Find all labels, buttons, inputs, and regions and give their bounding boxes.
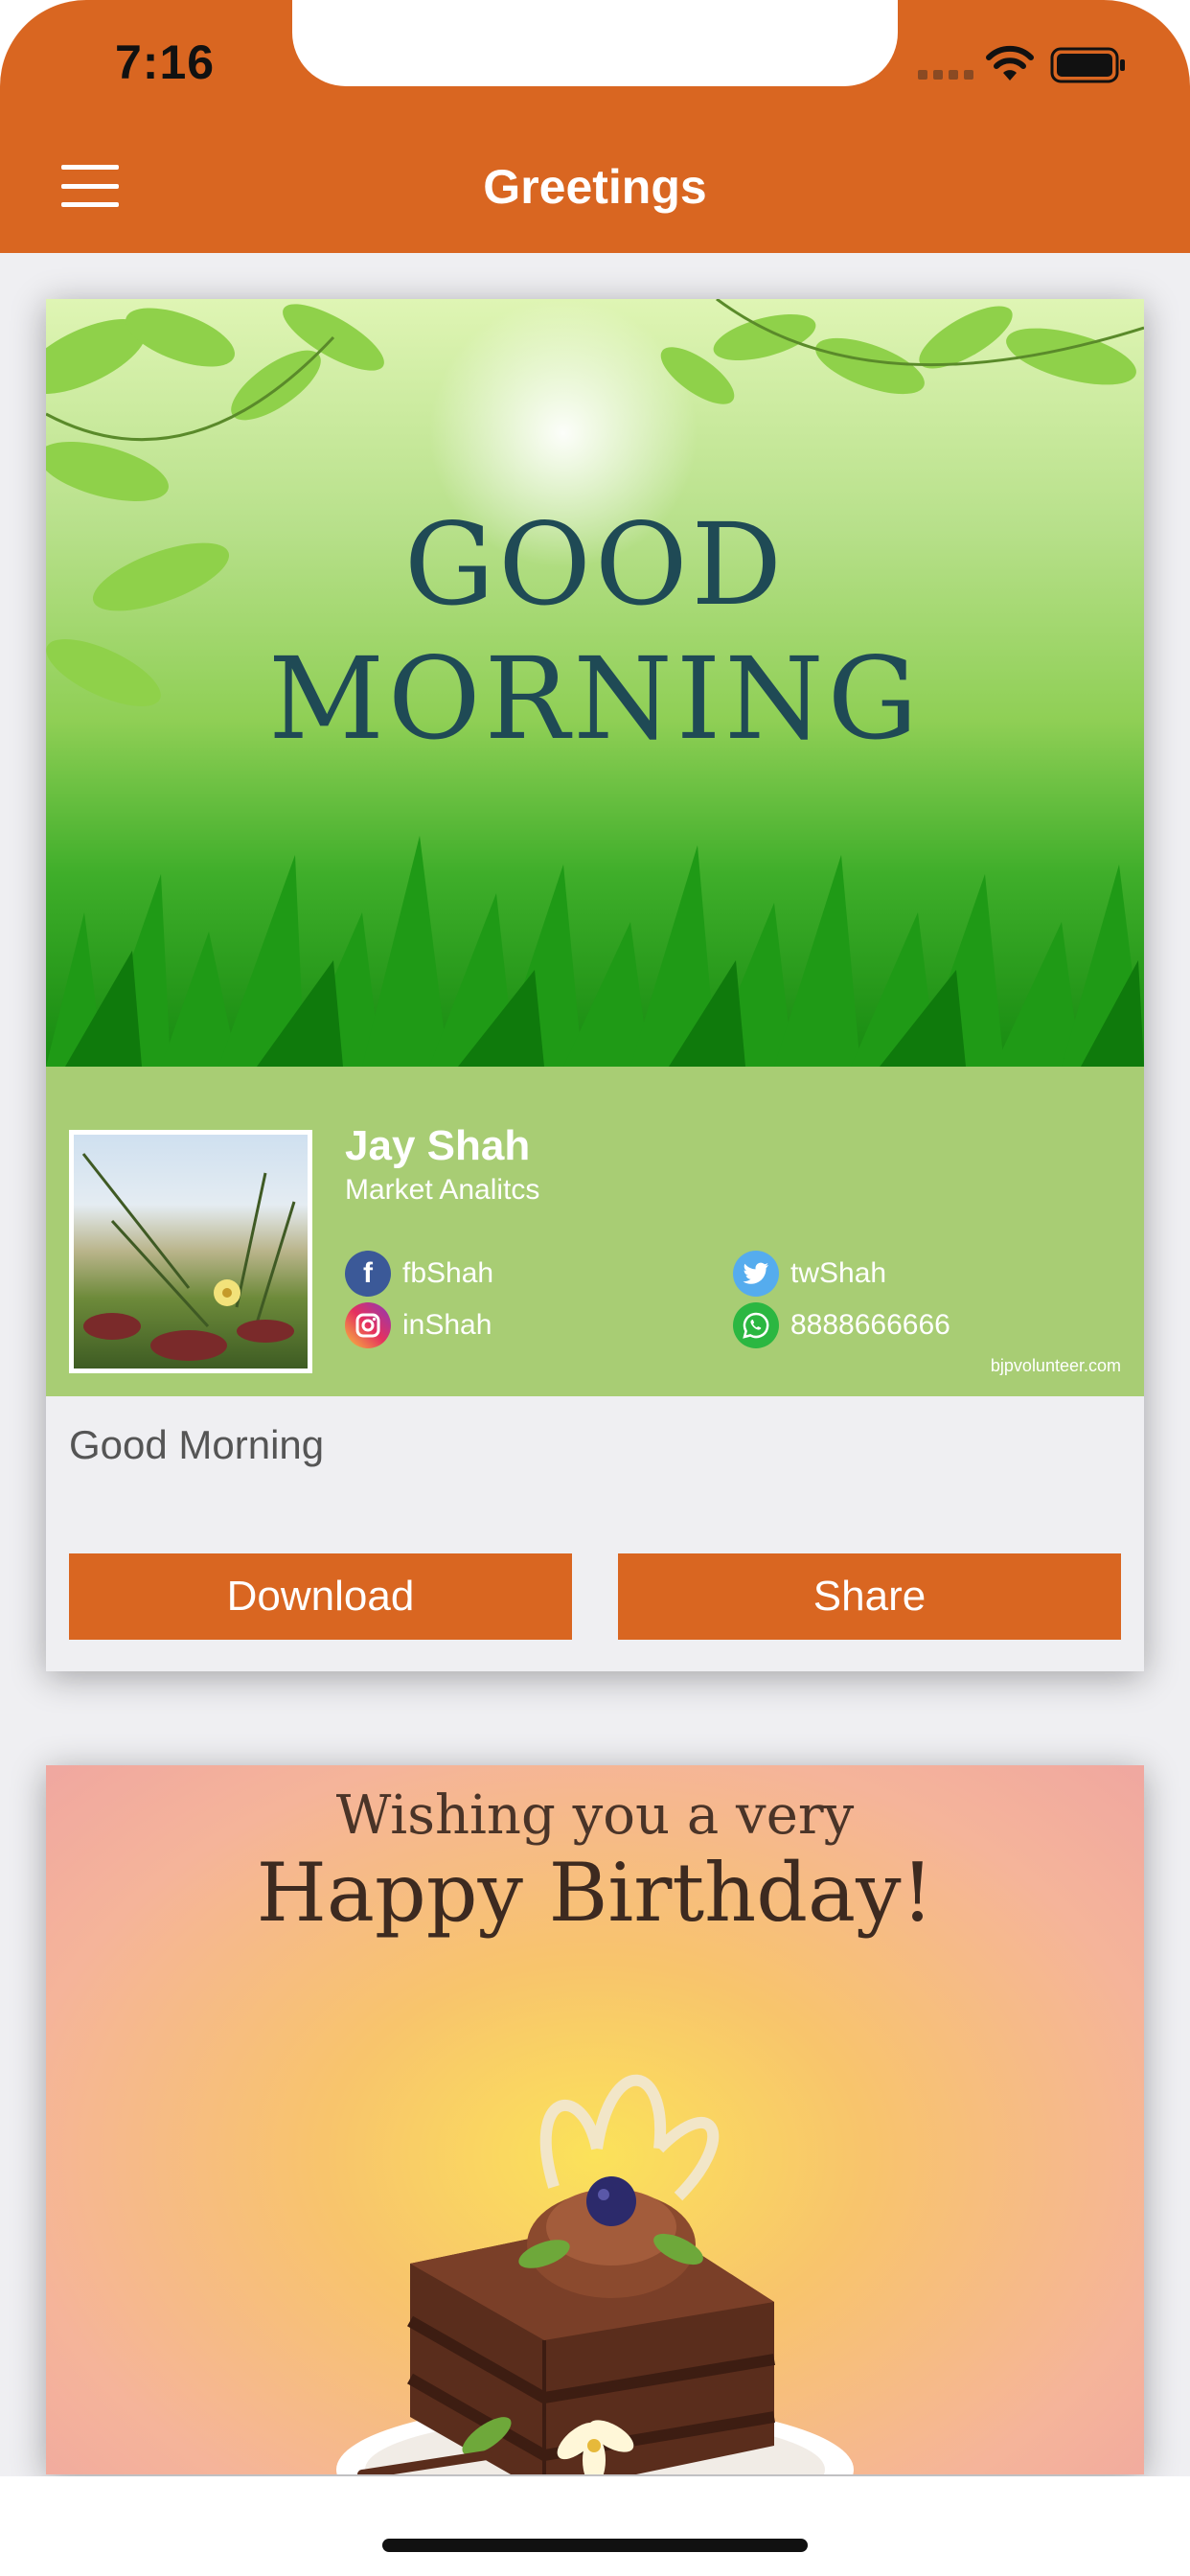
website-label: bjpvolunteer.com bbox=[990, 1356, 1121, 1375]
twitter-handle[interactable]: twShah bbox=[733, 1251, 886, 1297]
facebook-icon: f bbox=[345, 1251, 391, 1297]
twitter-icon bbox=[733, 1251, 779, 1297]
download-button[interactable]: Download bbox=[69, 1553, 572, 1640]
greeting-image[interactable]: Wishing you a very Happy Birthday! bbox=[46, 1765, 1144, 2474]
greeting-card: Wishing you a very Happy Birthday! bbox=[46, 1765, 1144, 2474]
profile-role: Market Analitcs bbox=[345, 1174, 540, 1206]
facebook-handle[interactable]: f fbShah bbox=[345, 1251, 493, 1297]
app-header: 7:16 Greetings bbox=[0, 0, 1190, 253]
profile-name: Jay Shah bbox=[345, 1122, 531, 1169]
whatsapp-icon bbox=[733, 1302, 779, 1348]
greeting-image-title-line1: GOOD bbox=[403, 498, 787, 631]
avatar[interactable] bbox=[69, 1130, 312, 1373]
screen-corner-left bbox=[0, 0, 86, 86]
whatsapp-number-label: 8888666666 bbox=[790, 1309, 950, 1341]
greeting-card: GOOD MORNING Jay Shah Market Analitcs f … bbox=[46, 299, 1144, 1671]
facebook-handle-label: fbShah bbox=[402, 1257, 494, 1289]
device-notch bbox=[292, 0, 898, 86]
cellular-signal-icon bbox=[918, 70, 973, 80]
greeting-image[interactable]: GOOD MORNING bbox=[46, 299, 1144, 1067]
cake-illustration bbox=[336, 2074, 854, 2474]
page-title: Greetings bbox=[483, 160, 707, 214]
wifi-icon bbox=[986, 45, 1034, 80]
instagram-handle-label: inShah bbox=[402, 1309, 492, 1341]
share-button[interactable]: Share bbox=[618, 1553, 1121, 1640]
home-indicator-area bbox=[0, 2476, 1190, 2576]
whatsapp-number[interactable]: 8888666666 bbox=[733, 1302, 950, 1348]
greeting-image-title-line2: MORNING bbox=[268, 632, 922, 765]
twitter-handle-label: twShah bbox=[790, 1257, 887, 1289]
home-indicator[interactable] bbox=[382, 2539, 808, 2552]
instagram-handle[interactable]: inShah bbox=[345, 1302, 492, 1348]
profile-band: Jay Shah Market Analitcs f fbShah twShah… bbox=[46, 1067, 1144, 1396]
avatar-photo bbox=[81, 1153, 296, 1361]
battery-icon bbox=[1050, 47, 1125, 83]
status-time: 7:16 bbox=[115, 35, 216, 89]
instagram-icon bbox=[345, 1302, 391, 1348]
card-caption: Good Morning bbox=[69, 1422, 325, 1467]
